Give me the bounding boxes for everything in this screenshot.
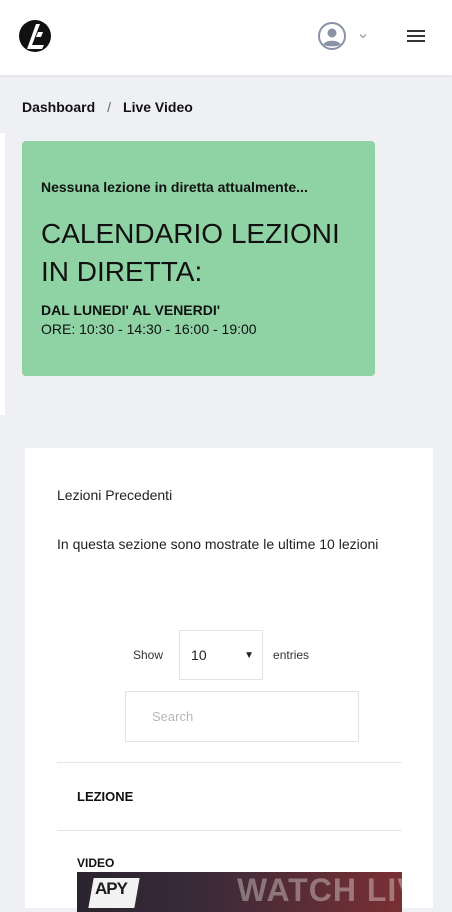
table-header-lezione[interactable]: LEZIONE bbox=[77, 789, 133, 804]
previous-lessons-card: Lezioni Precedenti In questa sezione son… bbox=[25, 448, 433, 912]
user-avatar-icon bbox=[318, 22, 346, 50]
hamburger-menu-icon[interactable] bbox=[404, 25, 428, 47]
schedule-hours: ORE: 10:30 - 14:30 - 16:00 - 19:00 bbox=[41, 321, 257, 337]
chevron-down-icon bbox=[359, 34, 367, 39]
user-menu-button[interactable] bbox=[318, 20, 376, 52]
brand-logo-icon[interactable] bbox=[17, 18, 53, 54]
breadcrumb-item-dashboard[interactable]: Dashboard bbox=[22, 99, 95, 115]
thumbnail-watch-text: WATCH LIVE bbox=[237, 872, 402, 908]
entries-select-value: 10 bbox=[191, 647, 207, 663]
side-panel-edge bbox=[0, 133, 5, 415]
search-input[interactable] bbox=[125, 691, 359, 742]
top-navbar bbox=[0, 0, 452, 75]
video-thumbnail[interactable]: APY WATCH LIVE bbox=[77, 872, 402, 912]
select-arrow-icon: ▼ bbox=[244, 649, 255, 661]
previous-lessons-description: In questa sezione sono mostrate le ultim… bbox=[57, 536, 379, 552]
breadcrumb-separator: / bbox=[107, 99, 112, 115]
live-status-text: Nessuna lezione in diretta attualmente..… bbox=[41, 179, 308, 195]
show-label: Show bbox=[133, 648, 164, 662]
table-divider-top bbox=[57, 762, 402, 763]
schedule-days: DAL LUNEDI' AL VENERDI' bbox=[41, 302, 221, 318]
entries-label: entries bbox=[273, 648, 310, 662]
breadcrumb: Dashboard / Live Video bbox=[22, 99, 193, 115]
breadcrumb-item-live-video: Live Video bbox=[123, 99, 193, 115]
video-cell-label: VIDEO bbox=[77, 856, 115, 870]
live-status-card: Nessuna lezione in diretta attualmente..… bbox=[22, 141, 375, 376]
table-divider-header bbox=[57, 830, 402, 831]
entries-select[interactable]: 10 ▼ bbox=[179, 630, 264, 680]
entries-length-control: Show 10 ▼ entries bbox=[133, 630, 309, 680]
thumbnail-logo-text: APY bbox=[95, 879, 128, 898]
previous-lessons-title: Lezioni Precedenti bbox=[57, 487, 173, 503]
calendar-title: CALENDARIO LEZIONI IN DIRETTA: bbox=[41, 218, 340, 287]
